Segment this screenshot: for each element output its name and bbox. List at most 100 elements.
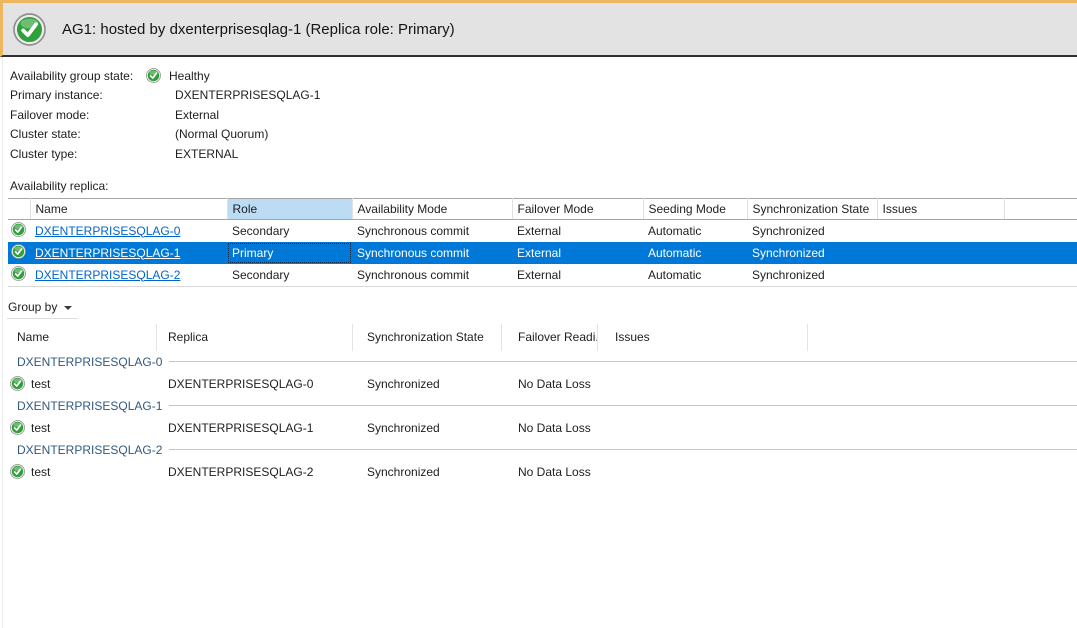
replica-name-cell: DXENTERPRISESQLAG-2 <box>30 264 227 287</box>
replica-status-cell <box>8 219 30 242</box>
group-by-label: Group by <box>8 300 57 314</box>
summary-value: Healthy <box>146 68 210 83</box>
summary-label: Cluster type: <box>10 147 146 161</box>
summary-value: External <box>146 108 219 122</box>
database-group-label: DXENTERPRISESQLAG-0 <box>17 355 162 369</box>
database-sync-state-cell: Synchronized <box>353 377 502 391</box>
replica-sync-state-cell: Synchronized <box>747 219 877 242</box>
summary-row: Cluster state:(Normal Quorum) <box>10 125 1077 145</box>
replica-seeding-mode-cell: Automatic <box>643 242 747 264</box>
database-column-header[interactable]: Issues <box>598 324 808 351</box>
summary-panel: Availability group state:HealthyPrimary … <box>10 66 1077 164</box>
panel-left-border <box>2 57 3 628</box>
database-table-header: NameReplicaSynchronization StateFailover… <box>8 324 1077 351</box>
summary-row: Primary instance:DXENTERPRISESQLAG-1 <box>10 86 1077 106</box>
summary-label: Primary instance: <box>10 88 146 102</box>
healthy-check-icon <box>11 266 26 281</box>
replica-name-link[interactable]: DXENTERPRISESQLAG-2 <box>35 268 180 282</box>
replica-column-header[interactable]: Availability Mode <box>352 198 512 219</box>
replica-column-header[interactable]: Synchronization State <box>747 198 877 219</box>
group-rule-line <box>169 361 1077 362</box>
replica-row[interactable]: DXENTERPRISESQLAG-1PrimarySynchronous co… <box>8 242 1077 264</box>
replica-row[interactable]: DXENTERPRISESQLAG-2SecondarySynchronous … <box>8 264 1077 287</box>
replica-row[interactable]: DXENTERPRISESQLAG-0 SecondarySynchronous … <box>8 219 1077 242</box>
database-replica-cell: DXENTERPRISESQLAG-2 <box>157 465 353 479</box>
database-name-text: test <box>31 377 50 391</box>
replica-table-body: DXENTERPRISESQLAG-0 SecondarySynchronous … <box>8 219 1077 286</box>
database-failover-readiness-cell: No Data Loss <box>502 421 598 435</box>
replica-sync-state-cell: Synchronized <box>747 264 877 287</box>
replica-table-header: NameRoleAvailability ModeFailover ModeSe… <box>8 198 1077 219</box>
group-rule-line <box>169 449 1077 450</box>
database-name-text: test <box>31 465 50 479</box>
replica-name-link[interactable]: DXENTERPRISESQLAG-0 <box>35 224 180 238</box>
replica-column-header[interactable]: Seeding Mode <box>643 198 747 219</box>
database-failover-readiness-cell: No Data Loss <box>502 465 598 479</box>
database-column-header[interactable]: Replica <box>157 324 353 351</box>
summary-label: Cluster state: <box>10 127 146 141</box>
replica-seeding-mode-cell: Automatic <box>643 264 747 287</box>
healthy-check-icon <box>11 244 26 259</box>
replica-column-header[interactable]: Role <box>227 198 352 219</box>
dashboard-header: AG1: hosted by dxenterprisesqlag-1 (Repl… <box>0 0 1077 57</box>
database-name-cell: test <box>8 464 157 479</box>
database-group-header: DXENTERPRISESQLAG-1 <box>8 395 1077 417</box>
summary-label: Availability group state: <box>10 69 146 83</box>
replica-failover-mode-cell: External <box>512 264 643 287</box>
replica-column-header[interactable]: Issues <box>877 198 1004 219</box>
database-sync-state-cell: Synchronized <box>353 465 502 479</box>
replica-issues-cell <box>877 264 1004 287</box>
database-replica-cell: DXENTERPRISESQLAG-0 <box>157 377 353 391</box>
group-rule-line <box>169 405 1077 406</box>
replica-failover-mode-cell: External <box>512 242 643 264</box>
replica-status-cell <box>8 264 30 287</box>
healthy-check-icon <box>11 222 26 237</box>
replica-seeding-mode-cell: Automatic <box>643 219 747 242</box>
replica-filler-cell <box>1004 219 1077 242</box>
database-group-header: DXENTERPRISESQLAG-2 <box>8 439 1077 461</box>
database-column-header[interactable]: Failover Readi... <box>502 324 598 351</box>
summary-row: Availability group state:Healthy <box>10 66 1077 86</box>
healthy-check-icon <box>13 13 46 46</box>
database-sync-state-cell: Synchronized <box>353 421 502 435</box>
database-row[interactable]: test DXENTERPRISESQLAG-2SynchronizedNo Da… <box>8 461 1077 483</box>
replica-column-header[interactable]: Name <box>30 198 227 219</box>
summary-value: DXENTERPRISESQLAG-1 <box>146 88 320 102</box>
database-replica-cell: DXENTERPRISESQLAG-1 <box>157 421 353 435</box>
healthy-check-icon <box>10 420 25 435</box>
replica-availability-mode-cell: Synchronous commit <box>352 264 512 287</box>
replica-name-link[interactable]: DXENTERPRISESQLAG-1 <box>35 246 180 260</box>
replica-column-header[interactable]: Failover Mode <box>512 198 643 219</box>
database-name-text: test <box>31 421 50 435</box>
summary-value: (Normal Quorum) <box>146 127 268 141</box>
replica-sync-state-cell: Synchronized <box>747 242 877 264</box>
summary-row: Failover mode:External <box>10 105 1077 125</box>
database-row[interactable]: test DXENTERPRISESQLAG-1SynchronizedNo Da… <box>8 417 1077 439</box>
replica-name-cell: DXENTERPRISESQLAG-0 <box>30 219 227 242</box>
healthy-check-icon <box>10 464 25 479</box>
database-column-header[interactable]: Name <box>8 324 157 351</box>
database-name-cell: test <box>8 376 157 391</box>
database-group-label: DXENTERPRISESQLAG-1 <box>17 399 162 413</box>
replica-table: NameRoleAvailability ModeFailover ModeSe… <box>8 198 1077 287</box>
replica-availability-mode-cell: Synchronous commit <box>352 219 512 242</box>
database-column-header[interactable]: Synchronization State <box>353 324 502 351</box>
replica-header-filler <box>1004 198 1077 219</box>
database-row[interactable]: test DXENTERPRISESQLAG-0SynchronizedNo Da… <box>8 373 1077 395</box>
replica-failover-mode-cell: External <box>512 219 643 242</box>
replica-name-cell: DXENTERPRISESQLAG-1 <box>30 242 227 264</box>
page-title: AG1: hosted by dxenterprisesqlag-1 (Repl… <box>62 21 455 38</box>
replica-filler-cell <box>1004 242 1077 264</box>
replica-role-cell: Secondary <box>227 219 352 242</box>
availability-replica-label: Availability replica: <box>10 179 1077 193</box>
database-failover-readiness-cell: No Data Loss <box>502 377 598 391</box>
database-name-cell: test <box>8 420 157 435</box>
chevron-down-icon <box>64 306 72 310</box>
summary-value: EXTERNAL <box>146 147 238 161</box>
replica-availability-mode-cell: Synchronous commit <box>352 242 512 264</box>
replica-status-cell <box>8 242 30 264</box>
replica-filler-cell <box>1004 264 1077 287</box>
group-by-button[interactable]: Group by <box>7 300 78 319</box>
summary-label: Failover mode: <box>10 108 146 122</box>
healthy-check-icon <box>10 376 25 391</box>
